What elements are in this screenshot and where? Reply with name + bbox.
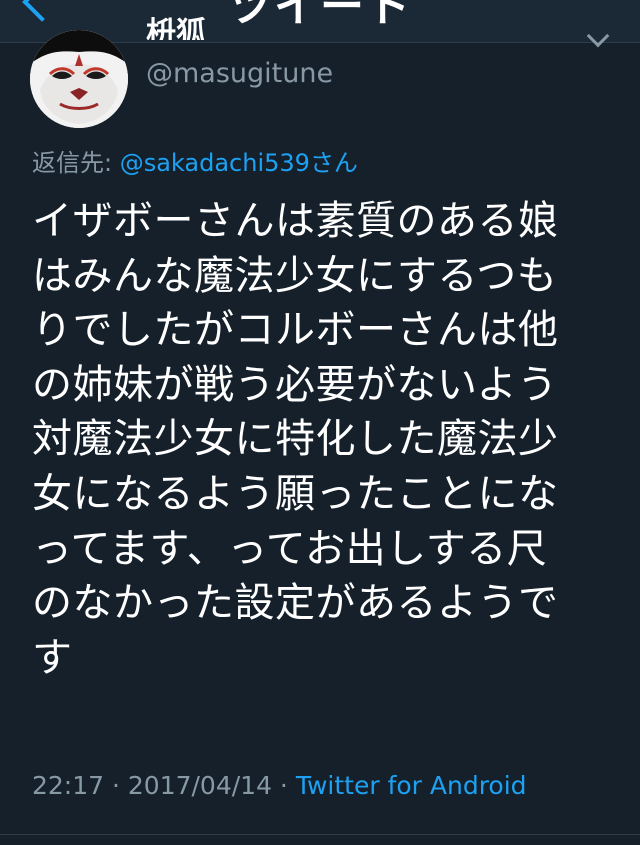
reply-honorific: さん <box>309 149 358 177</box>
tweet-source-link[interactable]: Twitter for Android <box>296 771 527 800</box>
tweet-text-line: のなかった設定があるようで <box>32 580 559 627</box>
nav-title: ツイート <box>228 0 412 32</box>
author-display-name[interactable]: 枡狐 <box>146 16 206 40</box>
tweet-text-line: 女になるよう願ったことにな <box>32 470 559 517</box>
reply-label: 返信先: <box>32 149 120 177</box>
meta-separator: · <box>104 771 128 800</box>
kitsune-mask-avatar-image <box>30 30 128 128</box>
tweet-text: イザボーさんは素質のある娘 はみんな魔法少女にするつも りでしたがコルボーさんは… <box>32 194 612 685</box>
tweet-detail-screen: ツイート 枡狐 @masugitune 返信先: @sakadachi539さん… <box>0 0 640 845</box>
tweet-text-line: りでしたがコルボーさんは他 <box>32 307 559 354</box>
tweet-text-line: す <box>32 634 73 681</box>
tweet-text-line: イザボーさんは素質のある娘 <box>32 198 559 244</box>
tweet-metadata: 22:17 · 2017/04/14 · Twitter for Android <box>32 768 527 804</box>
tweet-time: 22:17 <box>32 771 105 800</box>
avatar[interactable] <box>30 30 128 128</box>
tweet-text-line: の姉妹が戦う必要がないよう <box>32 361 558 408</box>
tweet-date: 2017/04/14 <box>127 771 272 800</box>
reply-mention-link[interactable]: @sakadachi539 <box>120 149 310 177</box>
author-handle[interactable]: @masugitune <box>146 56 333 92</box>
divider <box>0 834 640 835</box>
meta-separator: · <box>271 771 296 800</box>
tweet-text-line: 対魔法少女に特化した魔法少 <box>32 416 559 463</box>
tweet-text-line: はみんな魔法少女にするつも <box>32 252 558 299</box>
tweet-text-line: ってます、ってお出しする尺 <box>32 525 548 572</box>
reply-context: 返信先: @sakadachi539さん <box>32 146 358 180</box>
